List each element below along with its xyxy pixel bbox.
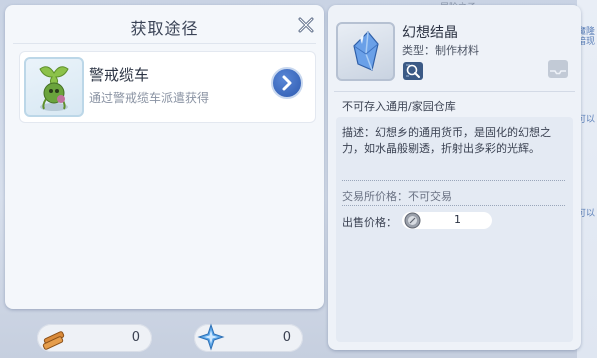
source-name: 警戒缆车: [89, 66, 150, 84]
divider: [334, 91, 575, 92]
close-x-icon[interactable]: [298, 17, 314, 33]
sell-price-value: 1: [454, 213, 461, 226]
currency-value: 0: [282, 330, 291, 345]
item-detail-panel: 幻想结晶 类型：制作材料 不可存入通用/家园仓库 描述：幻想乡的通用货币，是固化…: [328, 5, 581, 350]
cable-car-creature-icon: [24, 57, 84, 117]
currency-crystal: 0: [194, 322, 303, 352]
description-box: 描述：幻想乡的通用货币，是固化的幻想之力，如水晶般剔透，折射出多彩的光辉。 交易…: [336, 117, 573, 342]
trade-price: 交易所价格：不可交易: [342, 190, 452, 203]
storage-note: 不可存入通用/家园仓库: [342, 100, 456, 113]
fantasy-crystal-icon: [336, 22, 395, 81]
panel-title: 获取途径: [130, 19, 199, 38]
currency-value: 0: [131, 330, 140, 345]
currency-wood: 0: [37, 324, 152, 352]
source-panel: 获取途径 警戒缆车 通过警戒缆车派遣获得: [5, 5, 324, 309]
divider: [342, 180, 565, 181]
item-type: 类型：制作材料: [402, 44, 479, 57]
divider: [342, 205, 565, 206]
item-name: 幻想结晶: [402, 25, 458, 41]
inspect-magnifier-icon[interactable]: [402, 61, 424, 81]
inbox-tray-icon[interactable]: [547, 58, 569, 80]
source-list-item[interactable]: 警戒缆车 通过警戒缆车派遣获得: [19, 51, 316, 123]
source-description: 通过警戒缆车派遣获得: [89, 91, 210, 105]
blue-crystal-star-icon: [196, 322, 226, 352]
divider: [13, 43, 316, 44]
arrow-right-icon[interactable]: [271, 67, 303, 99]
silver-coin-icon: [404, 212, 421, 229]
sell-price-label: 出售价格：: [342, 216, 397, 229]
wood-icon: [39, 322, 69, 352]
item-description: 描述：幻想乡的通用货币，是固化的幻想之力，如水晶般剔透，折射出多彩的光辉。: [342, 126, 551, 155]
